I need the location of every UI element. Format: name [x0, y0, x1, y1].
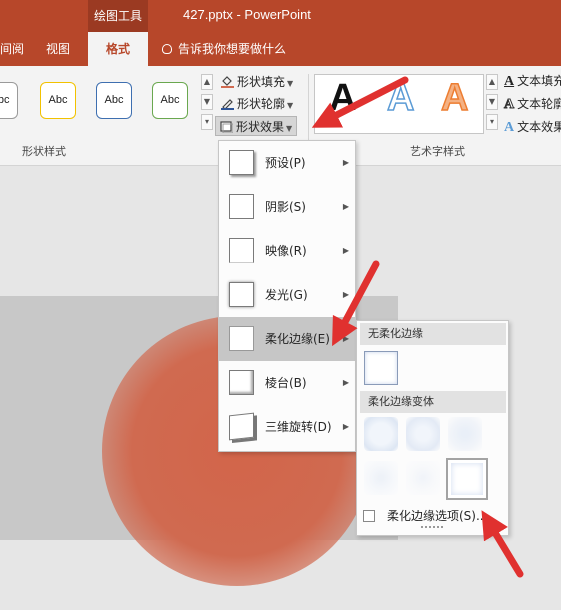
shape-style-swatch[interactable]: Abc	[96, 82, 132, 119]
soft-edge-variations-header: 柔化边缘变体	[360, 391, 506, 413]
text-outline-label: 文本轮廓	[517, 97, 561, 111]
menu-item-label: 三维旋转(D)	[265, 420, 332, 434]
soft-edges-thumb-icon	[229, 326, 254, 351]
bevel-thumb-icon	[229, 370, 254, 395]
shadow-thumb-icon	[229, 194, 254, 219]
soft-edge-25pt-option[interactable]	[406, 461, 440, 495]
lightbulb-icon	[162, 44, 172, 54]
menu-item-glow[interactable]: 发光(G) ▶	[219, 273, 355, 317]
wordart-styles-group-label: 艺术字样式	[410, 145, 465, 158]
soft-edge-1pt-option[interactable]	[364, 417, 398, 451]
tab-format[interactable]: 格式	[88, 32, 148, 66]
window-title: 427.pptx - PowerPoint	[183, 7, 311, 22]
shape-fill-button[interactable]: 形状填充 ▼	[221, 72, 293, 92]
chevron-right-icon: ▶	[342, 202, 349, 211]
shape-fill-label: 形状填充	[237, 75, 286, 89]
tab-review[interactable]: 间阅	[0, 32, 24, 66]
chevron-right-icon: ▶	[342, 246, 349, 255]
menu-item-label: 发光(G)	[265, 288, 308, 302]
reflection-thumb-icon	[229, 238, 254, 263]
wordart-scroll-down[interactable]: ▼	[486, 94, 498, 110]
resize-grip[interactable]	[421, 526, 443, 532]
menu-item-reflection[interactable]: 映像(R) ▶	[219, 229, 355, 273]
text-effects-button[interactable]: A 文本效果	[504, 116, 561, 138]
menu-item-preset[interactable]: 预设(P) ▶	[219, 141, 355, 185]
tell-me-text: 告诉我你想要做什么	[178, 42, 287, 56]
chevron-down-icon: ▼	[286, 124, 293, 133]
soft-edge-50pt-option[interactable]	[446, 458, 488, 500]
glow-thumb-icon	[229, 282, 254, 307]
soft-edge-10pt-option[interactable]	[364, 461, 398, 495]
text-fill-icon: A	[504, 74, 515, 89]
text-fill-button[interactable]: A 文本填充	[504, 70, 561, 92]
chevron-down-icon: ▼	[287, 101, 294, 110]
chevron-right-icon: ▶	[342, 334, 349, 343]
shape-style-swatch[interactable]: Abc	[40, 82, 76, 119]
preset-thumb-icon	[229, 150, 254, 175]
text-outline-icon: A	[503, 97, 515, 113]
shape-effects-icon	[220, 119, 234, 134]
wordart-style-blue[interactable]: A	[386, 76, 415, 120]
menu-item-3d-rotation[interactable]: 三维旋转(D) ▶	[219, 405, 355, 449]
soft-edge-options-icon	[363, 510, 375, 522]
context-tab-group: 绘图工具	[88, 0, 148, 32]
gallery-scroll-down[interactable]: ▼	[201, 94, 213, 110]
shape-effects-label: 形状效果	[236, 120, 285, 134]
chevron-down-icon: ▼	[287, 79, 294, 88]
text-outline-button[interactable]: A 文本轮廓	[503, 93, 561, 115]
wordart-style-orange[interactable]: A	[440, 76, 469, 120]
tell-me-box[interactable]: 告诉我你想要做什么	[162, 32, 286, 66]
soft-edges-submenu: 无柔化边缘 柔化边缘变体 柔化边缘选项(S)...	[356, 320, 509, 536]
text-effects-icon: A	[504, 120, 515, 135]
tab-view[interactable]: 视图	[46, 32, 70, 66]
chevron-right-icon: ▶	[342, 378, 349, 387]
gallery-more[interactable]: ▾	[201, 114, 213, 130]
shape-style-swatch[interactable]: Abc	[152, 82, 188, 119]
pencil-icon	[221, 96, 234, 110]
soft-edge-options-label: 柔化边缘选项(S)...	[387, 509, 488, 523]
ribbon-tabs: 间阅 视图 格式 告诉我你想要做什么	[0, 32, 561, 66]
shape-outline-label: 形状轮廓	[237, 97, 286, 111]
menu-item-shadow[interactable]: 阴影(S) ▶	[219, 185, 355, 229]
soft-edge-5pt-option[interactable]	[448, 417, 482, 451]
no-soft-edges-header: 无柔化边缘	[360, 323, 506, 345]
chevron-right-icon: ▶	[342, 290, 349, 299]
menu-item-label: 棱台(B)	[265, 376, 307, 390]
chevron-right-icon: ▶	[342, 422, 349, 431]
text-fill-label: 文本填充	[517, 74, 561, 88]
paint-bucket-icon	[221, 74, 234, 88]
wordart-style-black[interactable]: A	[329, 77, 356, 120]
shape-effects-button[interactable]: 形状效果 ▼	[215, 116, 298, 136]
menu-item-label: 阴影(S)	[265, 200, 306, 214]
soft-edge-none-option[interactable]	[364, 351, 398, 385]
gallery-scroll-up[interactable]: ▲	[201, 74, 213, 90]
wordart-gallery[interactable]: A A A	[314, 74, 484, 134]
menu-item-bevel[interactable]: 棱台(B) ▶	[219, 361, 355, 405]
menu-item-label: 柔化边缘(E)	[265, 332, 330, 346]
menu-item-label: 映像(R)	[265, 244, 307, 258]
wordart-scroll-up[interactable]: ▲	[486, 74, 498, 90]
shape-style-swatch[interactable]: Abc	[0, 82, 18, 119]
shape-styles-group-label: 形状样式	[22, 145, 66, 158]
soft-edge-options-item[interactable]: 柔化边缘选项(S)...	[363, 507, 487, 525]
shape-outline-button[interactable]: 形状轮廓 ▼	[221, 94, 293, 114]
wordart-more[interactable]: ▾	[486, 114, 498, 130]
text-effects-label: 文本效果	[517, 120, 561, 134]
menu-item-label: 预设(P)	[265, 156, 306, 170]
soft-edge-2pt-option[interactable]	[406, 417, 440, 451]
shape-effects-menu: 预设(P) ▶ 阴影(S) ▶ 映像(R) ▶ 发光(G) ▶ 柔化边缘(E) …	[218, 140, 356, 452]
chevron-right-icon: ▶	[342, 158, 349, 167]
menu-item-soft-edges[interactable]: 柔化边缘(E) ▶	[219, 317, 355, 361]
title-bar: 绘图工具 427.pptx - PowerPoint	[0, 0, 561, 32]
3d-rotation-thumb-icon	[229, 412, 254, 441]
